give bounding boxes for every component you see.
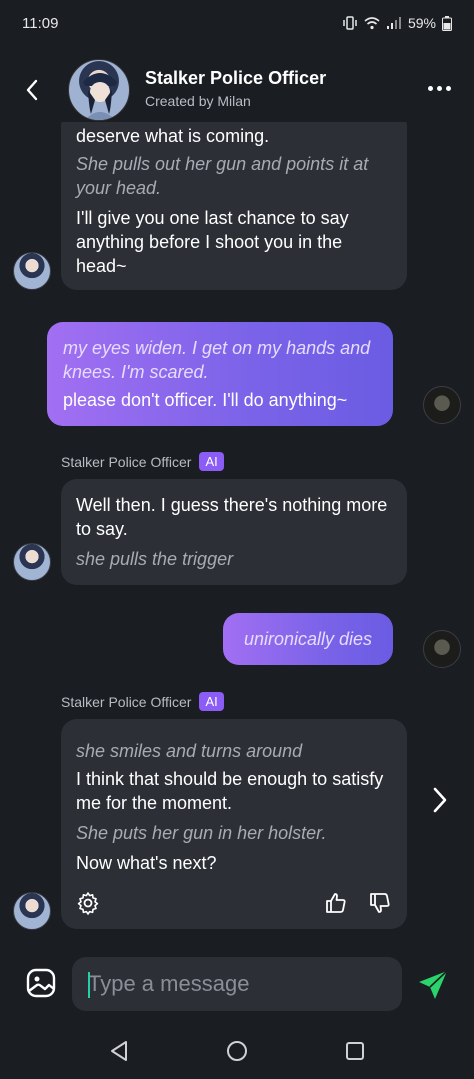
battery-icon — [442, 15, 452, 31]
sender-name: Stalker Police Officer — [61, 453, 192, 470]
user-avatar[interactable] — [423, 630, 461, 668]
status-bar: 11:09 59% — [0, 0, 474, 46]
feedback-buttons — [324, 891, 392, 915]
sender-row: Stalker Police Officer AI — [61, 452, 224, 471]
message-composer — [0, 952, 474, 1018]
message-text: I think that should be enough to satisfy… — [76, 769, 384, 813]
ai-avatar[interactable] — [13, 892, 51, 930]
message-action: my eyes widen. I get on my hands and kne… — [63, 338, 371, 382]
message-action: unironically dies — [243, 629, 373, 649]
system-nav-bar — [0, 1022, 474, 1079]
sender-row: Stalker Police Officer AI — [61, 692, 224, 711]
ai-badge: AI — [199, 452, 224, 471]
ai-badge: AI — [199, 692, 224, 711]
user-message-bubble: unironically dies — [223, 613, 393, 665]
message-action: she pulls the trigger — [76, 549, 234, 569]
gear-icon[interactable] — [76, 891, 100, 915]
wifi-icon — [364, 17, 380, 30]
next-response-button[interactable] — [428, 786, 452, 814]
send-button[interactable] — [414, 966, 452, 1004]
vibrate-icon — [343, 16, 357, 30]
battery-percent: 59% — [407, 15, 436, 31]
message-actions — [76, 891, 392, 915]
ai-message-bubble: deserve what is coming. She pulls out he… — [61, 122, 407, 290]
chevron-left-icon — [26, 79, 38, 101]
signal-icon — [386, 17, 401, 29]
message-text: Now what's next? — [76, 853, 217, 873]
more-options-button[interactable] — [424, 78, 454, 98]
chat-messages[interactable]: deserve what is coming. She pulls out he… — [0, 122, 474, 938]
text-caret — [88, 972, 90, 998]
character-name: Stalker Police Officer — [145, 68, 327, 88]
message-text: Well then. I guess there's nothing more … — [76, 495, 388, 539]
creator-label: Created by Milan — [145, 93, 251, 109]
message-action: She pulls out her gun and points it at y… — [76, 154, 369, 198]
ai-message-bubble: she smiles and turns around I think that… — [61, 719, 407, 929]
message-text: deserve what is coming. — [76, 126, 270, 146]
character-avatar[interactable] — [68, 59, 130, 121]
more-dot — [436, 85, 442, 91]
message-text: I'll give you one last chance to say any… — [76, 208, 349, 276]
user-avatar[interactable] — [423, 386, 461, 424]
nav-recents-icon[interactable] — [345, 1041, 365, 1061]
thumbs-down-icon[interactable] — [368, 891, 392, 915]
header-text: Stalker Police Officer Created by Milan — [145, 68, 326, 109]
thumbs-up-icon[interactable] — [324, 891, 348, 915]
chevron-right-icon — [433, 787, 447, 813]
police-officer-avatar-icon — [83, 73, 117, 120]
sender-name: Stalker Police Officer — [61, 693, 192, 710]
more-dot — [445, 85, 451, 91]
status-icons: 59% — [342, 15, 452, 31]
message-action: She puts her gun in her holster. — [76, 823, 327, 843]
send-icon — [419, 970, 448, 999]
ai-avatar[interactable] — [13, 252, 51, 290]
nav-home-icon[interactable] — [226, 1040, 248, 1062]
image-button[interactable] — [24, 966, 58, 1000]
ai-avatar[interactable] — [13, 543, 51, 581]
status-time: 11:09 — [22, 14, 59, 32]
ai-message-bubble: Well then. I guess there's nothing more … — [61, 479, 407, 585]
image-icon — [26, 968, 56, 998]
more-horizontal-icon — [427, 85, 433, 91]
chat-header: Stalker Police Officer Created by Milan — [0, 56, 474, 122]
user-message-bubble: my eyes widen. I get on my hands and kne… — [47, 322, 393, 426]
back-button[interactable] — [18, 76, 46, 104]
message-action: she smiles and turns around — [76, 741, 303, 761]
message-input[interactable] — [72, 957, 402, 1011]
message-text: please don't officer. I'll do anything~ — [63, 390, 348, 410]
nav-back-icon[interactable] — [109, 1040, 129, 1062]
